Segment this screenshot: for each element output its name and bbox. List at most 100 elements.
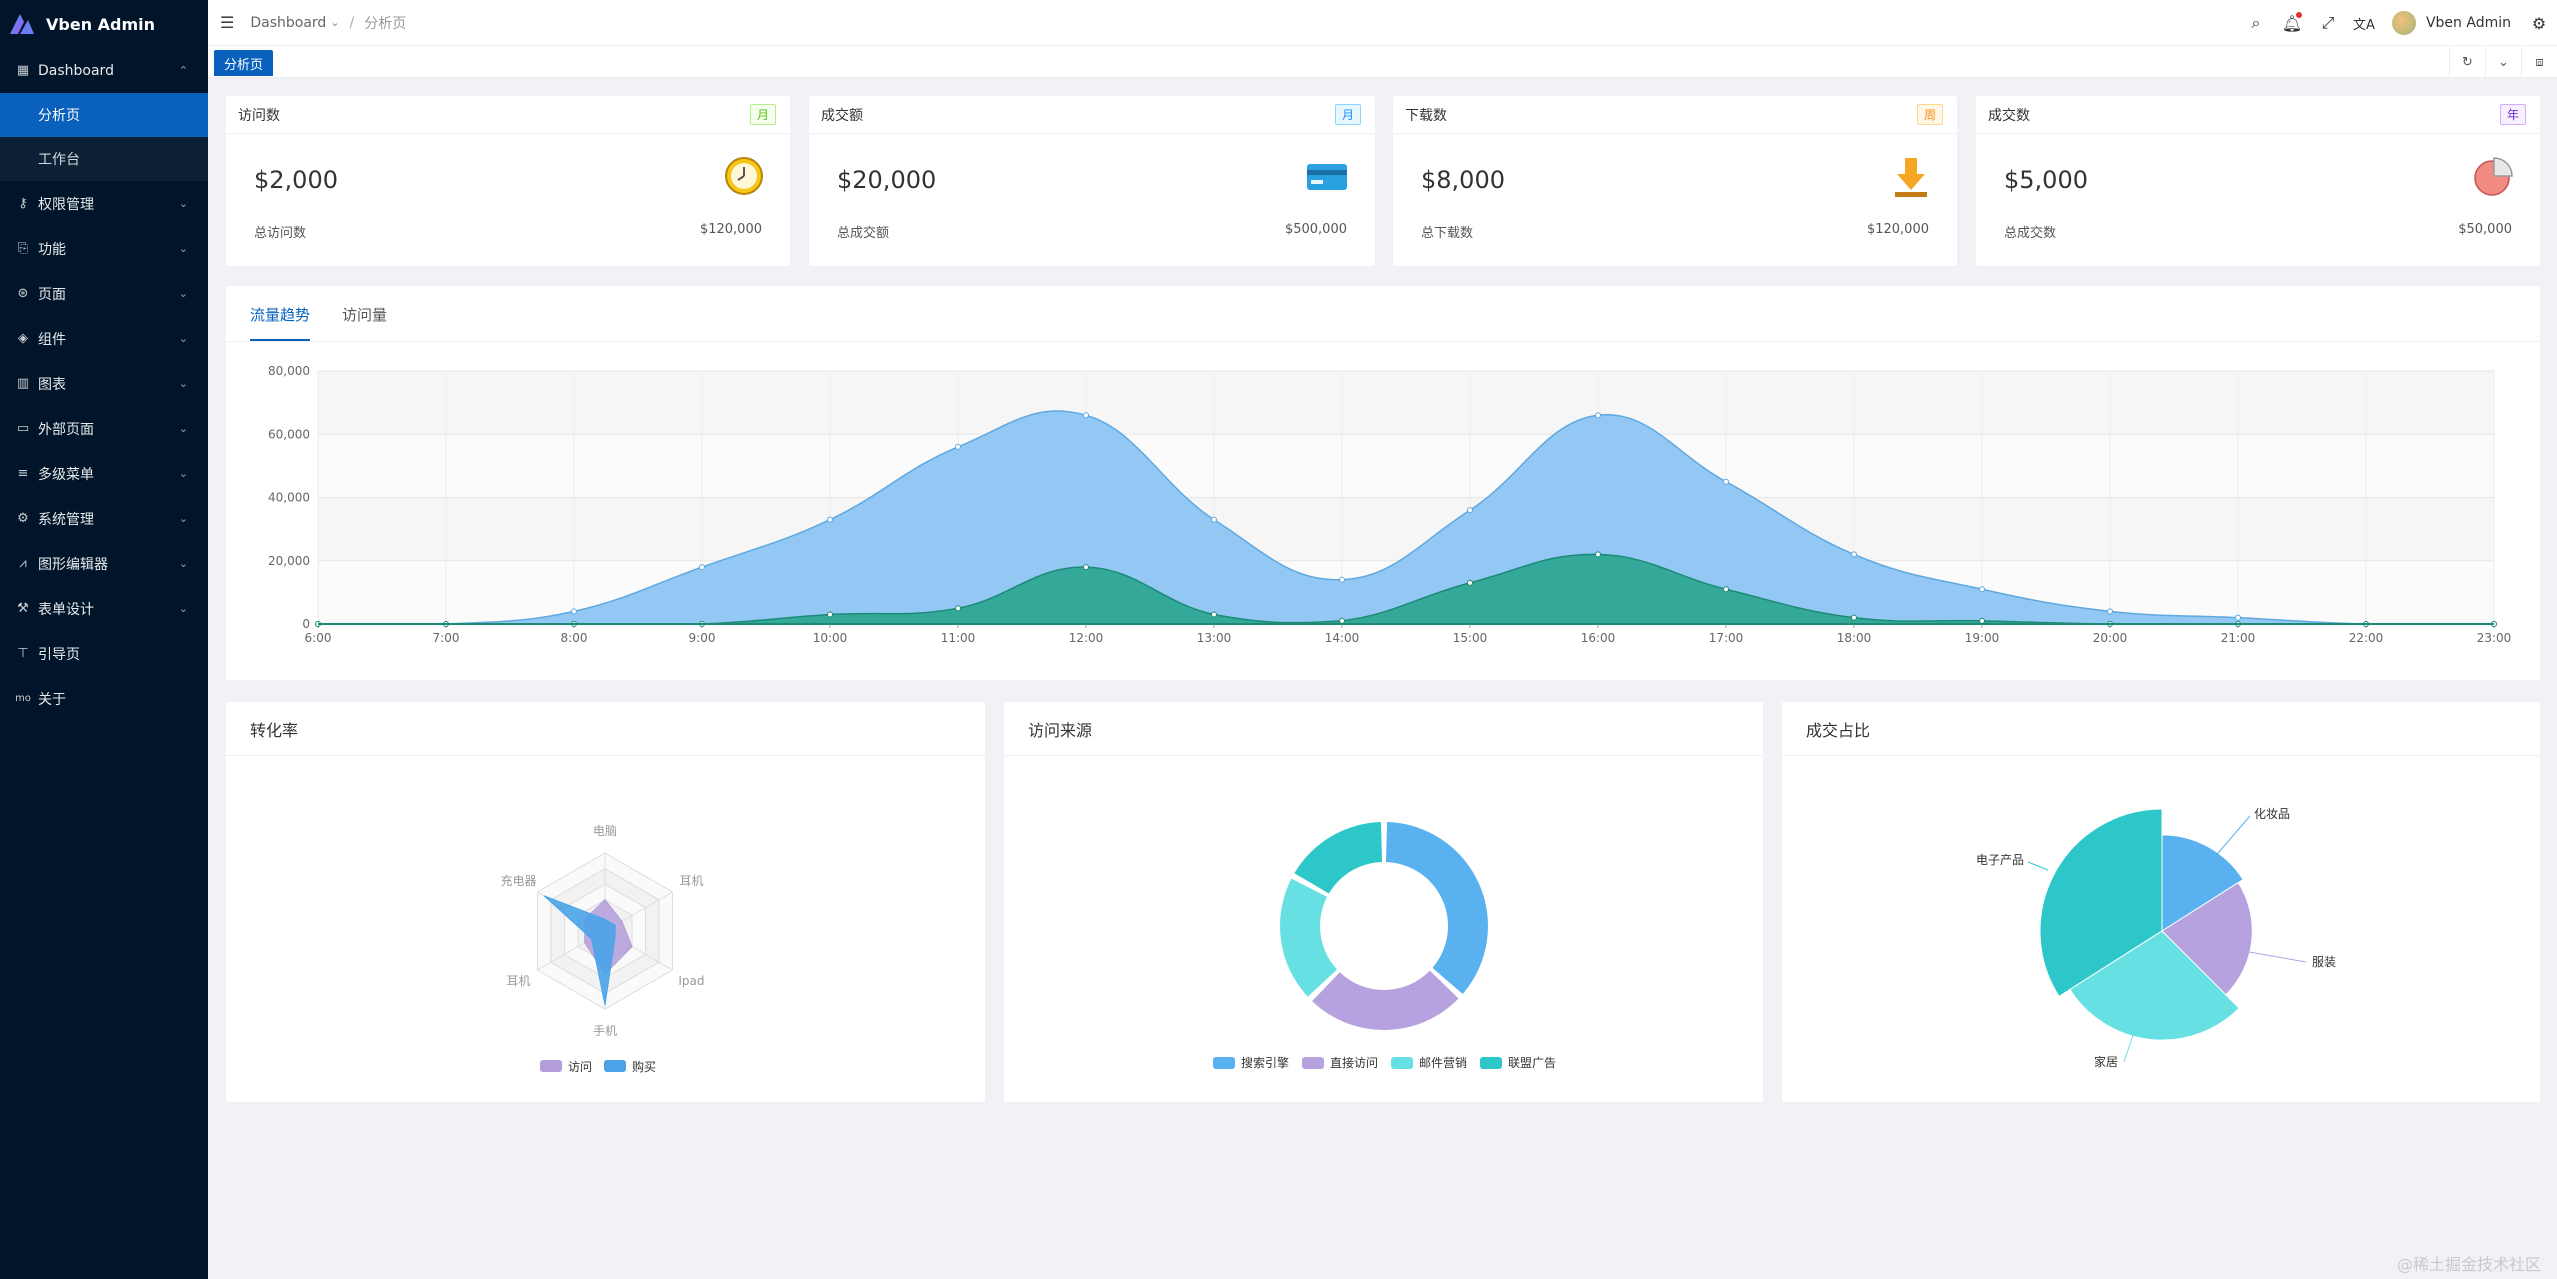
sidebar-item-permission[interactable]: ⚷ 权限管理 ⌄ — [0, 181, 208, 226]
slice-label: 化妆品 — [2254, 807, 2290, 821]
clock-icon — [724, 156, 764, 200]
chevron-down-icon: ⌄ — [178, 287, 188, 300]
refresh-icon[interactable]: ↻ — [2449, 46, 2485, 78]
chevron-down-icon: ⌄ — [178, 377, 188, 390]
donut-slice — [1312, 970, 1459, 1030]
line-chart-icon: ⩘ — [19, 556, 27, 571]
pie-icon — [2472, 156, 2514, 202]
sidebar-item-label: 关于 — [38, 691, 66, 708]
top-header: ☰ Dashboard ⌄ / 分析页 ⌕ 🔔︎ ⤢ 文A Vben Admin… — [208, 0, 2557, 46]
data-point — [955, 605, 961, 612]
period-tag: 月 — [749, 104, 776, 125]
breadcrumb-item-dashboard[interactable]: Dashboard — [250, 15, 326, 31]
legend-label: 访问 — [568, 1060, 592, 1074]
bell-icon[interactable]: 🔔︎ — [2274, 11, 2310, 33]
conversion-rate-card: 转化率 电脑 耳机 Ipad 手机 耳机 充电器 访问 购买 — [226, 702, 985, 1102]
bar-chart-icon: ▥ — [16, 376, 30, 391]
stat-card-title: 下载数 — [1405, 107, 1447, 124]
x-tick-label: 20:00 — [2093, 631, 2128, 645]
gear-icon[interactable]: ⚙ — [2521, 14, 2557, 33]
sidebar-item-graph-editor[interactable]: ⩘ 图形编辑器 ⌄ — [0, 541, 208, 586]
paint-roller-icon: ⊤ — [17, 646, 29, 661]
chevron-down-icon[interactable]: ⌄ — [2485, 46, 2521, 78]
fullscreen-icon[interactable]: ⤢ — [2310, 13, 2346, 33]
sidebar-item-system[interactable]: ⚙ 系统管理 ⌄ — [0, 496, 208, 541]
sidebar-item-components[interactable]: ◈ 组件 ⌄ — [0, 316, 208, 361]
sidebar-item-charts[interactable]: ▥ 图表 ⌄ — [0, 361, 208, 406]
data-point — [1083, 412, 1089, 419]
data-point — [1467, 507, 1473, 514]
tab-analysis[interactable]: 分析页 — [214, 50, 274, 76]
conversion-radar-chart: 电脑耳机 Ipad 手机 耳机 充电器访问 购买 — [501, 824, 705, 1074]
x-tick-label: 8:00 — [561, 631, 588, 645]
data-point — [1979, 617, 1985, 624]
app-logo[interactable]: Vben Admin — [0, 0, 208, 48]
data-point — [1851, 551, 1857, 558]
stat-card-title: 成交数 — [1988, 107, 2030, 124]
card-title: 转化率 — [226, 702, 985, 756]
breadcrumb: Dashboard ⌄ / 分析页 — [250, 13, 406, 33]
header-actions: ⌕ 🔔︎ ⤢ 文A Vben Admin ⚙ — [2238, 0, 2557, 46]
stat-card-visits: 访问数 月 $2,000 总访问数 $120,000 — [226, 96, 790, 266]
sidebar-item-label: 页面 — [38, 286, 66, 303]
fold-icon[interactable]: ⧈ — [2521, 46, 2557, 78]
sidebar-item-form-design[interactable]: ⚒ 表单设计 ⌄ — [0, 586, 208, 631]
sidebar-item-analysis[interactable]: 分析页 — [0, 93, 208, 137]
sidebar-item-label: 功能 — [38, 241, 66, 258]
y-tick-label: 80,000 — [268, 364, 310, 378]
stat-card-value: $2,000 — [254, 166, 338, 194]
chevron-down-icon: ⌄ — [178, 242, 188, 255]
user-dropdown[interactable]: Vben Admin — [2391, 11, 2511, 35]
traffic-trend-chart: 0 20,000 40,000 60,000 80,000 6:00 7:00 8:00 9:0… — [268, 364, 2511, 645]
period-tag: 周 — [1916, 104, 1943, 125]
sidebar-item-guide[interactable]: ⊤ 引导页 — [0, 631, 208, 676]
sidebar-item-external[interactable]: ▭ 外部页面 ⌄ — [0, 406, 208, 451]
sidebar-item-label: 引导页 — [38, 646, 80, 663]
radar-indicator-label: Ipad — [678, 974, 704, 988]
legend-swatch — [1213, 1057, 1235, 1069]
x-tick-label: 21:00 — [2221, 631, 2256, 645]
menu-fold-icon[interactable]: ☰ — [220, 13, 234, 32]
x-tick-label: 6:00 — [305, 631, 332, 645]
watermark: @稀土掘金技术社区 — [2396, 1255, 2541, 1274]
sidebar-item-function[interactable]: ⎘ 功能 ⌄ — [0, 226, 208, 271]
x-tick-label: 16:00 — [1581, 631, 1616, 645]
legend-swatch — [1391, 1057, 1413, 1069]
sidebar-item-about[interactable]: mo 关于 — [0, 676, 208, 721]
chevron-down-icon[interactable]: ⌄ — [330, 16, 339, 29]
chevron-down-icon: ⌄ — [178, 602, 188, 615]
dashboard-submenu: 分析页 工作台 — [0, 93, 208, 181]
sidebar-item-page[interactable]: ⊛ 页面 ⌄ — [0, 271, 208, 316]
monitor-icon: ▭ — [16, 421, 30, 436]
grid-band — [318, 371, 2494, 435]
deal-ratio-rose-chart: 电子产品 化妆品服装家居 — [1976, 807, 2336, 1069]
sidebar-item-label: 权限管理 — [38, 196, 94, 213]
menu-icon: ≡ — [17, 466, 29, 481]
settings-icon: ⚙ — [17, 511, 29, 526]
data-point — [2235, 614, 2241, 621]
x-tick-label: 19:00 — [1965, 631, 2000, 645]
x-tick-label: 17:00 — [1709, 631, 1744, 645]
visit-source-card: 访问来源 搜索引擎 直接访问 邮件营销 联盟广告 — [1004, 702, 1763, 1102]
data-point — [1979, 586, 1985, 593]
data-point — [699, 564, 705, 571]
radar-indicator-label: 手机 — [593, 1024, 617, 1038]
download-icon — [1891, 156, 1931, 204]
tab-traffic-trend[interactable]: 流量趋势 — [250, 304, 311, 341]
stat-card-downloads: 下载数 周 $8,000 总下载数 $120,000 — [1393, 96, 1957, 266]
data-point — [1595, 412, 1601, 419]
data-point — [1211, 516, 1217, 523]
translate-icon[interactable]: 文A — [2346, 14, 2382, 33]
sidebar-item-multi-menu[interactable]: ≡ 多级菜单 ⌄ — [0, 451, 208, 496]
tab-visits[interactable]: 访问量 — [342, 304, 387, 341]
donut-slice — [1294, 822, 1383, 894]
x-tick-label: 10:00 — [813, 631, 848, 645]
search-icon[interactable]: ⌕ — [2238, 13, 2274, 33]
tabs-bar: 分析页 ↻ ⌄ ⧈ — [208, 46, 2557, 78]
sidebar-item-label: 图表 — [38, 376, 66, 393]
radar-indicator-label: 电脑 — [593, 824, 617, 838]
sidebar-item-workbench[interactable]: 工作台 — [0, 137, 208, 181]
legend-swatch — [1480, 1057, 1502, 1069]
sidebar-item-dashboard[interactable]: ▦ Dashboard ⌃ — [0, 48, 208, 93]
stat-card-foot-value: $120,000 — [1866, 222, 1929, 237]
